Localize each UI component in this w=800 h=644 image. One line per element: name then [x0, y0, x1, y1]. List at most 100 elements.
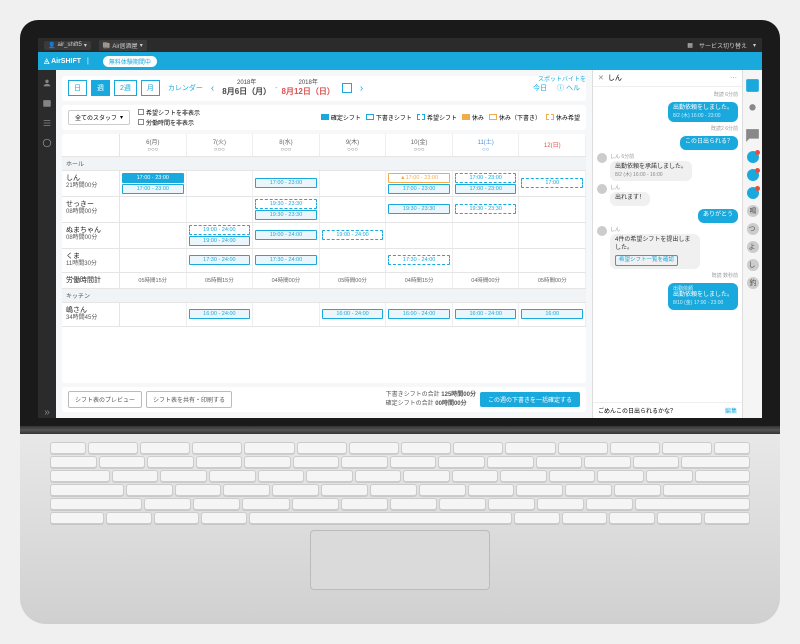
shift-cell[interactable]: 19:30 - 23:30 — [255, 210, 317, 220]
shift-cell[interactable]: 19:30 - 23:30 — [255, 199, 317, 209]
staff-row: せっきー08時間00分 19:30 - 23:3019:30 - 23:30 1… — [62, 197, 586, 223]
avatar — [597, 226, 607, 236]
chat-input[interactable]: ごめんこの日出られるかな？ — [598, 406, 676, 415]
profile-icon[interactable] — [42, 78, 52, 88]
date-to: 2018年8月12日（日） — [282, 80, 335, 97]
shift-cell[interactable]: 17:00 - 23:00 — [122, 173, 184, 183]
shift-cell[interactable]: 16:00 - 24:00 — [388, 309, 450, 319]
date-from: 2018年8月6日（月） — [222, 80, 271, 97]
left-sidebar: » — [38, 70, 56, 418]
close-icon[interactable]: ✕ — [598, 74, 604, 82]
people-icon[interactable] — [743, 101, 762, 120]
shift-cell[interactable]: ▲17:00 - 23:00 — [388, 173, 450, 183]
total-row: 労働時間計 05時間15分 05時間15分 04時間00分 05時間00分 04… — [62, 273, 586, 289]
footer-bar: シフト表のプレビュー シフト表を共有・印刷する 下書きシフトの合計 125時間0… — [62, 387, 586, 412]
chevron-down-icon: ▾ — [140, 42, 143, 49]
shift-cell[interactable]: 19:00 - 24:00 — [189, 236, 251, 246]
shift-cell[interactable]: 19:00 - 24:00 — [189, 225, 251, 235]
shift-cell[interactable]: 17:00 - 23:00 — [455, 184, 517, 194]
contact-avatar[interactable]: つ — [747, 223, 759, 235]
shift-cell[interactable]: 19:00 - 24:00 — [322, 230, 384, 240]
shift-cell[interactable]: 19:30 - 23:30 — [455, 204, 517, 214]
preview-button[interactable]: シフト表のプレビュー — [68, 391, 142, 408]
shift-icon[interactable] — [743, 76, 762, 95]
contact-avatar[interactable]: よ — [747, 241, 759, 253]
laptop-frame: 👤 air_shift5 ▾ 🏬 Air居酒屋 ▾ ▦ サービス切り替え ▾ ◬… — [20, 20, 780, 624]
chat-bubble-recv: 出れます！ — [610, 192, 650, 206]
collapse-icon[interactable]: » — [44, 407, 50, 418]
shift-cell[interactable]: 16:00 - 24:00 — [322, 309, 384, 319]
date-toolbar: スポットバイトを 日 週 2週 月 カレンダー ‹ 2018年8月6日（月） -… — [62, 76, 586, 101]
staff-row: 嶋さん34時間45分 16:00 - 24:00 16:00 - 24:00 1… — [62, 303, 586, 327]
shift-table: 6(月) ○○○ 7(火) ○○○ 8(水) ○○○ 9(木) ○○○ 10(金… — [62, 134, 586, 383]
contact-avatar[interactable] — [747, 151, 759, 163]
user-label: air_shift5 — [57, 42, 81, 48]
contact-avatar[interactable]: 鳴 — [747, 205, 759, 217]
view-month[interactable]: 月 — [141, 80, 160, 96]
chat-messages[interactable]: 既読 6分前 出勤依頼をしました。8/2 (木) 16:00 - 23:00 既… — [593, 87, 742, 402]
shift-cell[interactable]: 17:00 — [521, 178, 583, 188]
clock-icon[interactable] — [42, 138, 52, 148]
today-link[interactable]: 今日 — [533, 83, 547, 93]
prev-arrow[interactable]: ‹ — [207, 83, 218, 94]
store-icon: 🏬 — [103, 42, 110, 49]
contact-avatar[interactable] — [747, 169, 759, 181]
view-2week[interactable]: 2週 — [114, 80, 137, 96]
chat-input-bar: ごめんこの日出られるかな？ 編集 — [593, 402, 742, 418]
service-switch[interactable]: サービス切り替え — [699, 41, 747, 50]
chevron-down-icon: ▾ — [84, 42, 87, 49]
staff-row: くま11時間30分 17:30 - 24:00 17:30 - 24:00 17… — [62, 249, 586, 273]
calendar-link[interactable]: カレンダー — [168, 83, 203, 93]
staff-row: ぬまちゃん08時間00分 19:00 - 24:0019:00 - 24:00 … — [62, 223, 586, 249]
shift-cell[interactable]: 17:00 - 23:00 — [255, 178, 317, 188]
shift-cell[interactable]: 16:00 - 24:00 — [189, 309, 251, 319]
chevron-down-icon: ▾ — [120, 114, 123, 121]
trackpad — [310, 530, 490, 590]
trial-badge: 無料体験期間中 — [103, 56, 157, 67]
shift-cell[interactable]: 16:00 — [521, 309, 583, 319]
shift-cell[interactable]: 17:00 - 23:00 — [122, 184, 184, 194]
staff-select[interactable]: 全てのスタッフ▾ — [68, 110, 130, 125]
contact-avatar[interactable]: 釣 — [747, 277, 759, 289]
grid-icon[interactable]: ▦ — [687, 42, 693, 49]
view-requests-link[interactable]: 希望シフト一覧を確認 — [615, 255, 678, 266]
view-day[interactable]: 日 — [68, 80, 87, 96]
store-menu[interactable]: 🏬 Air居酒屋 ▾ — [99, 40, 147, 51]
share-print-button[interactable]: シフト表を共有・印刷する — [146, 391, 232, 408]
view-week[interactable]: 週 — [91, 80, 110, 96]
filter-bar: 全てのスタッフ▾ 希望シフトを非表示 労働時間を非表示 確定シフト 下書きシフト… — [62, 105, 586, 130]
shift-cell[interactable]: 17:00 - 23:00 — [388, 184, 450, 194]
shift-cell[interactable]: 17:30 - 24:00 — [388, 255, 450, 265]
section-kitchen: キッチン — [62, 289, 586, 303]
list-icon[interactable] — [42, 118, 52, 128]
chat-icon[interactable] — [743, 126, 762, 145]
hide-request-checkbox[interactable]: 希望シフトを非表示 — [138, 108, 200, 117]
contact-avatar[interactable]: し — [747, 259, 759, 271]
cal-icon[interactable] — [342, 83, 352, 93]
more-icon[interactable]: ⋯ — [730, 74, 737, 82]
shift-cell[interactable]: 16:00 - 24:00 — [455, 309, 517, 319]
shift-cell[interactable]: 17:30 - 24:00 — [255, 255, 317, 265]
contact-avatar[interactable] — [747, 187, 759, 199]
shift-cell[interactable]: 17:00 - 23:00 — [455, 173, 517, 183]
help-link[interactable]: ⓘ ヘル — [557, 83, 580, 93]
legend: 確定シフト 下書きシフト 希望シフト 休み 休み（下書き） 休み希望 — [321, 113, 580, 122]
shift-cell[interactable]: 19:30 - 23:30 — [388, 204, 450, 214]
hide-hours-checkbox[interactable]: 労働時間を非表示 — [138, 118, 200, 127]
confirm-all-button[interactable]: この週の下書きを一括確定する — [480, 392, 580, 407]
section-hall: ホール — [62, 157, 586, 171]
edit-link[interactable]: 編集 — [725, 406, 737, 415]
chat-bubble-recv: 4件の希望シフトを提出しました。希望シフト一覧を確認 — [610, 234, 700, 269]
app-screen: 👤 air_shift5 ▾ 🏬 Air居酒屋 ▾ ▦ サービス切り替え ▾ ◬… — [38, 38, 762, 418]
chat-bubble-recv: 出勤依頼を承諾しました。8/2 (木) 16:00 - 16:00 — [610, 161, 692, 181]
shift-cell[interactable]: 19:00 - 24:00 — [255, 230, 317, 240]
next-arrow[interactable]: › — [356, 83, 367, 94]
laptop-hinge — [20, 426, 780, 434]
user-menu[interactable]: 👤 air_shift5 ▾ — [44, 41, 91, 50]
avatar — [597, 153, 607, 163]
shift-cell[interactable]: 17:30 - 24:00 — [189, 255, 251, 265]
calendar-icon[interactable] — [42, 98, 52, 108]
right-rail: 鳴 つ よ し 釣 — [742, 70, 762, 418]
spot-link[interactable]: スポットバイトを — [538, 74, 586, 83]
chat-bubble-sent: この日出られる？ — [680, 136, 738, 150]
